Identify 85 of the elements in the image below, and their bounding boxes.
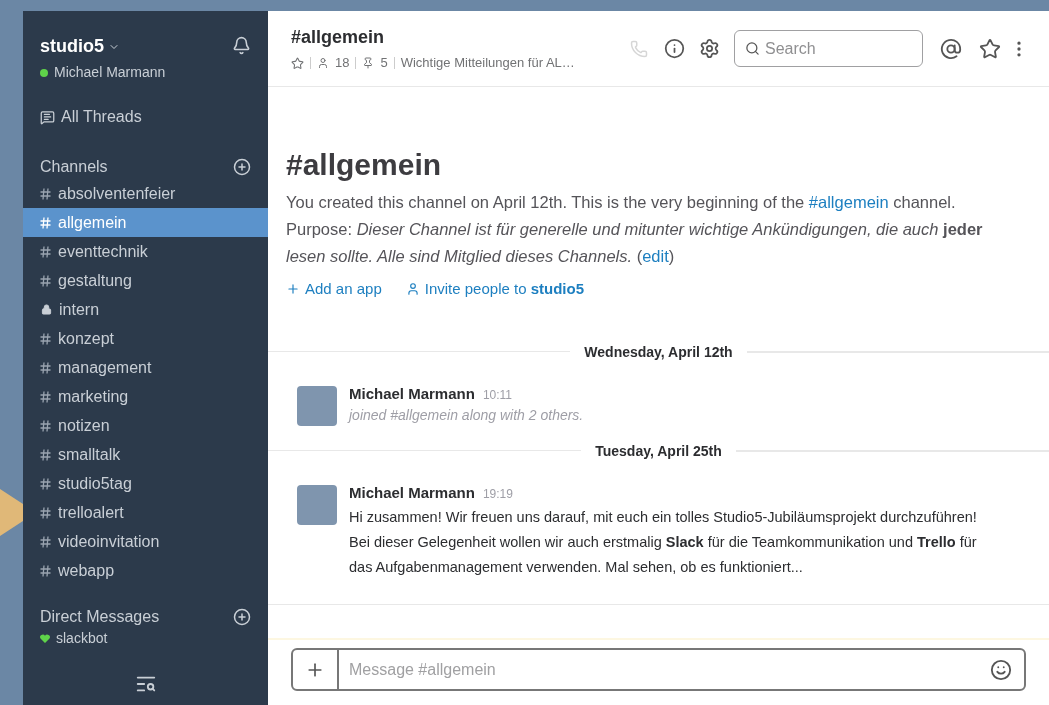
hash-icon xyxy=(40,187,51,200)
channel-item[interactable]: trelloalert xyxy=(23,498,268,527)
channel-title: #allgemein xyxy=(291,26,386,50)
channel-intro-text: You created this channel on April 12th. This is the very beginning of the #allgemein channel. Purpose: Dieser Channel ist für generelle und mitunter wichtige Ankündigungen, die auch jeder lesen sollte. Alle sind Mitglied dieses Channels. (edit) xyxy=(286,192,984,267)
channel-item[interactable]: smalltalk xyxy=(23,440,268,469)
channel-item[interactable]: videoinvitation xyxy=(23,527,268,556)
channel-name: studio5tag xyxy=(58,473,132,494)
channel-item[interactable]: eventtechnik xyxy=(23,237,268,266)
star-icon[interactable] xyxy=(979,37,1001,60)
hash-icon xyxy=(40,245,51,258)
member-icon[interactable] xyxy=(317,57,329,69)
hash-icon xyxy=(40,564,51,577)
section-heading[interactable]: Direct Messages xyxy=(40,605,160,629)
channel-topic: Wichtige Mitteilungen für AL… xyxy=(400,54,575,73)
pin-count[interactable]: 5 xyxy=(380,53,388,73)
channel-name: webapp xyxy=(58,560,115,581)
channel-name: intern xyxy=(59,299,100,320)
message-input[interactable]: Message #allgemein xyxy=(339,657,990,682)
add-app-link[interactable]: Add an app xyxy=(286,278,382,301)
hash-icon xyxy=(40,506,51,519)
person-icon xyxy=(405,282,420,297)
channel-name: notizen xyxy=(58,415,110,436)
channel-item[interactable]: konzept xyxy=(23,324,268,353)
channel-item[interactable]: gestaltung xyxy=(23,266,268,295)
channel-link[interactable]: #allgemein xyxy=(808,193,889,211)
all-threads-item[interactable]: All Threads xyxy=(23,105,268,129)
channel-item[interactable]: webapp xyxy=(23,556,268,585)
message-time: 19:19 xyxy=(482,486,513,503)
workspace-name[interactable]: studio5 xyxy=(40,33,166,60)
channel-name: absolventenfeier xyxy=(58,183,176,204)
section-heading[interactable]: Channels xyxy=(40,155,108,179)
message-time: 10:11 xyxy=(482,386,512,404)
hash-icon xyxy=(40,274,51,287)
star-icon[interactable] xyxy=(291,56,304,70)
author-name[interactable]: Michael Marmann xyxy=(349,382,475,405)
avatar-photo-placeholder xyxy=(297,485,337,525)
message-text: Hi zusammen! Wir freuen uns darauf, mit euch ein tolles Studio5-Jubiläumsprojekt durchzuführen! Bei dieser Gelegenheit wollen wir auch erstmalig Slack für die Teamkommunikation und Trello für das Aufgabenmanagement verwenden. Mal sehen, ob es funktioniert... xyxy=(349,507,978,577)
channel-item[interactable]: absolventenfeier xyxy=(23,179,268,208)
user-name: Michael Marmann xyxy=(54,63,166,82)
hash-icon xyxy=(40,390,51,403)
author-name[interactable]: Michael Marmann xyxy=(349,482,475,505)
channel-name: trelloalert xyxy=(58,502,124,523)
hash-icon xyxy=(40,419,51,432)
channel-item[interactable]: intern xyxy=(23,295,268,324)
plus-icon xyxy=(286,282,300,297)
channel-item[interactable]: marketing xyxy=(23,382,268,411)
add-circle-icon[interactable] xyxy=(233,158,251,176)
settings-icon[interactable] xyxy=(699,38,720,59)
channel-link[interactable]: edit xyxy=(642,247,669,265)
channel-item[interactable]: management xyxy=(23,353,268,382)
hash-icon xyxy=(40,535,51,548)
hash-icon xyxy=(40,448,51,461)
intro-title: #allgemein xyxy=(286,147,443,183)
pin-icon[interactable] xyxy=(362,57,375,69)
search-field[interactable]: Search xyxy=(734,30,923,67)
channel-name: videoinvitation xyxy=(58,531,160,552)
channel-name: allgemein xyxy=(58,212,127,233)
hash-icon xyxy=(40,361,51,374)
emoji-icon[interactable] xyxy=(990,658,1012,681)
channel-name: eventtechnik xyxy=(58,241,148,262)
add-circle-icon[interactable] xyxy=(233,608,251,626)
message-text: joined #allgemein along with 2 others. xyxy=(349,406,584,425)
search-input[interactable]: Search xyxy=(764,36,912,61)
threads-icon xyxy=(40,109,55,125)
direct-message-item[interactable]: slackbot xyxy=(23,629,268,647)
bell-icon[interactable] xyxy=(232,36,251,55)
hash-icon xyxy=(40,477,51,490)
mention-icon[interactable] xyxy=(940,37,962,60)
channel-name: marketing xyxy=(58,386,129,407)
channel-name: management xyxy=(58,357,152,378)
heart-icon xyxy=(40,633,50,643)
search-icon xyxy=(745,40,760,57)
hash-icon xyxy=(40,332,51,345)
message-composer[interactable]: Message #allgemein xyxy=(291,648,1026,691)
channel-item[interactable]: studio5tag xyxy=(23,469,268,498)
channel-name: konzept xyxy=(58,328,115,349)
avatar-photo-placeholder xyxy=(297,385,337,426)
hash-icon xyxy=(40,216,51,229)
channel-name: smalltalk xyxy=(58,444,121,465)
channel-name: gestaltung xyxy=(58,270,132,291)
invite-link[interactable]: Invite people to studio5 xyxy=(405,278,584,301)
info-icon[interactable] xyxy=(664,38,685,59)
channel-item[interactable]: notizen xyxy=(23,411,268,440)
member-count[interactable]: 18 xyxy=(335,53,350,73)
lock-icon xyxy=(41,304,52,315)
